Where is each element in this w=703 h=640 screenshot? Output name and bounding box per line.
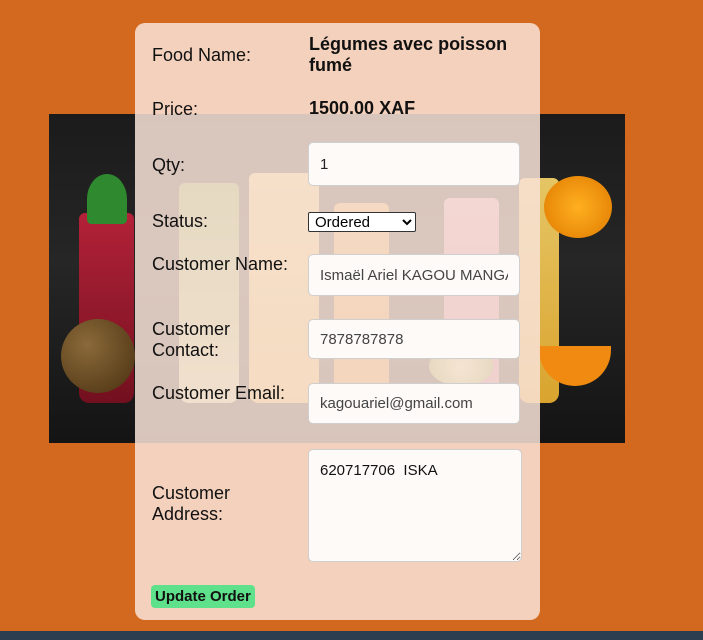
status-label: Status: <box>152 211 209 231</box>
orange-slice-top <box>544 176 612 238</box>
qty-label: Qty: <box>152 155 186 175</box>
price-value: 1500.00 XAF <box>309 98 416 118</box>
footer-bar <box>0 631 703 640</box>
update-order-form: Food Name: Légumes avec poisson fumé Pri… <box>135 23 540 620</box>
customer-address-label: Customer Address: <box>152 483 231 524</box>
update-order-button[interactable]: Update Order <box>151 585 255 608</box>
pineapple-leaves <box>87 174 127 224</box>
customer-name-input[interactable] <box>308 254 520 296</box>
food-name-value: Légumes avec poisson fumé <box>309 34 508 75</box>
customer-address-textarea[interactable]: 620717706 ISKA <box>308 449 522 562</box>
customer-contact-input[interactable] <box>308 319 520 359</box>
customer-contact-label: Customer Contact: <box>152 319 231 360</box>
price-label: Price: <box>152 99 199 119</box>
passion-fruit <box>61 319 135 393</box>
customer-name-label: Customer Name: <box>152 254 289 274</box>
status-select[interactable]: Ordered <box>308 212 416 232</box>
customer-email-input[interactable] <box>308 383 520 424</box>
customer-email-label: Customer Email: <box>152 383 286 403</box>
qty-input[interactable] <box>308 142 520 186</box>
food-name-label: Food Name: <box>152 45 252 65</box>
